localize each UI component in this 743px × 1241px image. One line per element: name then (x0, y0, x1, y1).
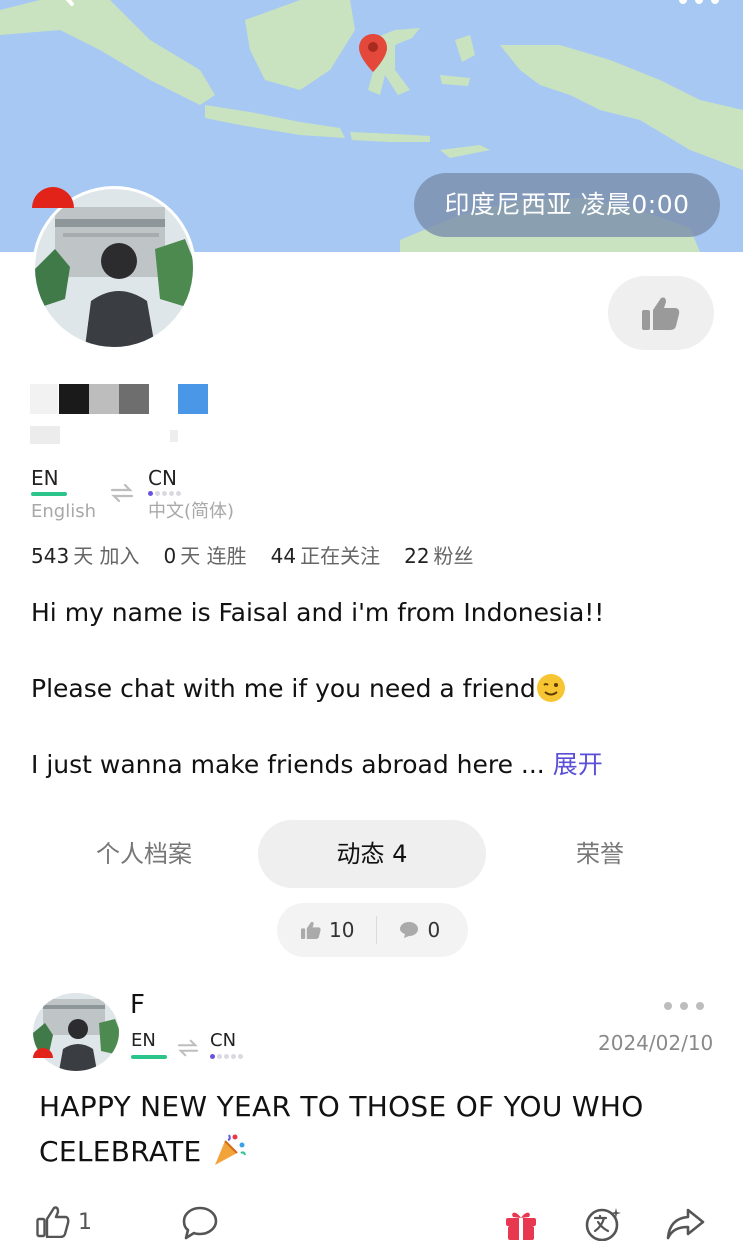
profile-bio: Hi my name is Faisal and i'm from Indone… (31, 594, 721, 822)
swap-arrows-icon (110, 483, 134, 503)
learning-language-name: 中文(简体) (148, 501, 235, 522)
post-date: 2024/02/10 (598, 1031, 714, 1055)
total-comments: 0 (399, 918, 440, 942)
back-arrow-icon[interactable] (44, 0, 84, 24)
post-learning-level-dots (210, 1054, 243, 1059)
post-action-bar (0, 1196, 743, 1241)
tab-moments[interactable]: 动态 4 (258, 820, 486, 888)
share-icon[interactable] (666, 1206, 706, 1240)
redacted-username (30, 384, 230, 416)
thumbs-up-icon (301, 921, 321, 939)
flag-badge-icon (32, 187, 74, 208)
post-author-avatar[interactable] (33, 993, 119, 1071)
avatar-photo (33, 993, 119, 1071)
comment-bubble-icon (400, 922, 419, 938)
location-pin-icon (359, 34, 387, 72)
tab-profile[interactable]: 个人档案 (30, 820, 258, 888)
profile-stats: 543 天 加入 0天 连胜 44 正在关注 22 粉丝 (31, 540, 474, 569)
post-author-name[interactable]: F (130, 990, 145, 1020)
moments-summary: 10 0 (277, 903, 468, 957)
profile-avatar[interactable] (32, 186, 196, 350)
post-like-count: 1 (78, 1210, 92, 1235)
native-language-code: EN (31, 466, 59, 490)
like-profile-button[interactable] (608, 276, 714, 350)
more-options-icon[interactable] (677, 0, 721, 6)
native-language-name: English (31, 501, 96, 522)
stat-streak: 0天 连胜 (163, 544, 247, 568)
gift-icon[interactable] (504, 1206, 538, 1240)
swap-arrows-icon (177, 1039, 199, 1057)
wink-emoji-icon (536, 674, 565, 702)
bio-line: Please chat with me if you need a friend (31, 670, 721, 708)
avatar-photo (35, 189, 193, 347)
divider (376, 916, 378, 944)
redacted-handle (30, 424, 190, 446)
native-level-bar (31, 492, 67, 496)
thumbs-up-icon (642, 297, 680, 330)
comment-icon[interactable] (182, 1206, 218, 1240)
stat-joined: 543 天 加入 (31, 544, 140, 568)
flag-badge-icon (33, 1048, 53, 1058)
tab-honors[interactable]: 荣誉 (486, 820, 714, 888)
party-popper-emoji-icon (214, 1134, 246, 1165)
post-native-code: EN (131, 1030, 156, 1051)
profile-tabs: 个人档案 动态 4 荣誉 (30, 820, 714, 888)
post-native-level-bar (131, 1055, 167, 1059)
bio-line: I just wanna make friends abroad here ..… (31, 750, 603, 779)
post-learning-code: CN (210, 1030, 237, 1051)
stat-following[interactable]: 44 正在关注 (271, 540, 380, 569)
learning-language-code: CN (148, 466, 177, 490)
total-likes: 10 (301, 918, 354, 942)
post-more-icon[interactable] (662, 1000, 706, 1012)
learning-level-dots (148, 491, 181, 496)
post-content: HAPPY NEW YEAR TO THOSE OF YOU WHO CELEB… (39, 1090, 644, 1168)
bio-line: Hi my name is Faisal and i'm from Indone… (31, 598, 605, 627)
translate-icon[interactable] (584, 1206, 624, 1241)
location-time-badge: 印度尼西亚 凌晨0:00 (414, 173, 720, 237)
expand-bio-link[interactable]: 展开 (553, 750, 603, 779)
stat-followers[interactable]: 22 粉丝 (404, 540, 473, 569)
like-icon[interactable] (36, 1206, 70, 1238)
